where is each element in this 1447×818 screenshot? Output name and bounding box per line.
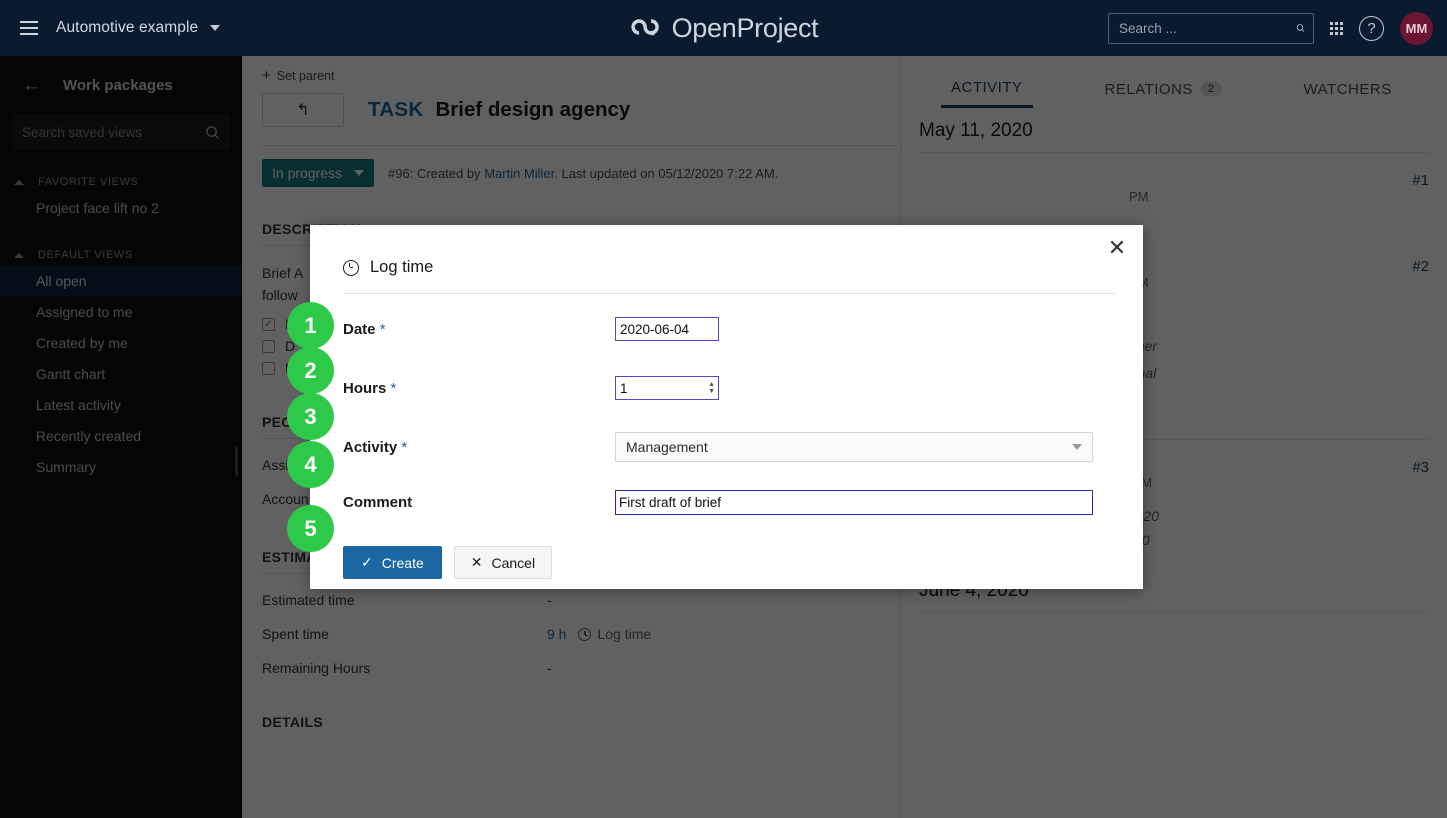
project-name[interactable]: Automotive example	[56, 19, 198, 37]
chevron-down-icon[interactable]	[1072, 444, 1082, 450]
required-marker: *	[379, 320, 386, 338]
cancel-button-label: Cancel	[491, 554, 536, 571]
search-icon[interactable]	[1296, 20, 1305, 36]
create-button[interactable]: ✓ Create	[343, 546, 442, 579]
date-label-text: Date	[343, 320, 376, 338]
app-root: Automotive example OpenProject ? MM	[0, 0, 1447, 818]
activity-select[interactable]: Management	[615, 432, 1093, 462]
grid-apps-icon[interactable]	[1330, 21, 1343, 35]
hours-label-text: Hours	[343, 379, 387, 397]
dialog-title: Log time	[310, 225, 1143, 277]
activity-selected-value: Management	[626, 439, 708, 455]
activity-field-row: Activity * Management	[310, 428, 1143, 466]
date-label: Date *	[343, 321, 615, 338]
divider	[343, 293, 1115, 294]
check-icon: ✓	[361, 554, 373, 570]
clock-icon	[343, 259, 359, 276]
top-navigation-bar: Automotive example OpenProject ? MM	[0, 0, 1447, 56]
hamburger-icon[interactable]	[20, 21, 38, 35]
close-icon: ✕	[470, 554, 483, 570]
comment-input[interactable]	[615, 489, 1093, 515]
avatar[interactable]: MM	[1400, 11, 1433, 45]
hours-field-row: Hours * 1 ▲ ▼	[310, 369, 1143, 407]
chevron-down-icon[interactable]	[210, 25, 221, 31]
dialog-title-label: Log time	[370, 258, 434, 276]
logo-text: OpenProject	[671, 12, 819, 43]
cancel-button[interactable]: ✕ Cancel	[453, 546, 553, 579]
help-icon[interactable]: ?	[1359, 15, 1384, 41]
hours-stepper[interactable]: 1 ▲ ▼	[615, 376, 719, 400]
comment-field-row: Comment	[310, 483, 1143, 521]
openproject-logo[interactable]: OpenProject	[629, 13, 819, 44]
hours-value[interactable]: 1	[620, 381, 628, 396]
log-time-dialog: ✕ Log time Date * Hours * 1 ▲▼ A	[310, 225, 1143, 589]
stepper-arrows-icon[interactable]: ▲ ▼	[708, 381, 715, 395]
dialog-button-row: ✓ Create ✕ Cancel	[310, 546, 1143, 579]
activity-label-text: Activity	[343, 438, 398, 456]
required-marker: *	[401, 438, 408, 456]
global-search[interactable]	[1108, 12, 1314, 44]
comment-label: Comment	[343, 493, 413, 511]
close-icon[interactable]: ✕	[1105, 237, 1129, 259]
top-bar-right-group: ? MM	[1108, 11, 1433, 45]
activity-label: Activity *	[343, 439, 615, 456]
create-button-label: Create	[381, 554, 424, 571]
openproject-mark-icon	[630, 19, 659, 36]
required-marker: *	[390, 379, 397, 397]
hours-label: Hours *	[343, 380, 615, 397]
date-input[interactable]	[615, 317, 719, 341]
search-input[interactable]	[1119, 20, 1296, 36]
date-field-row: Date *	[310, 310, 1143, 348]
